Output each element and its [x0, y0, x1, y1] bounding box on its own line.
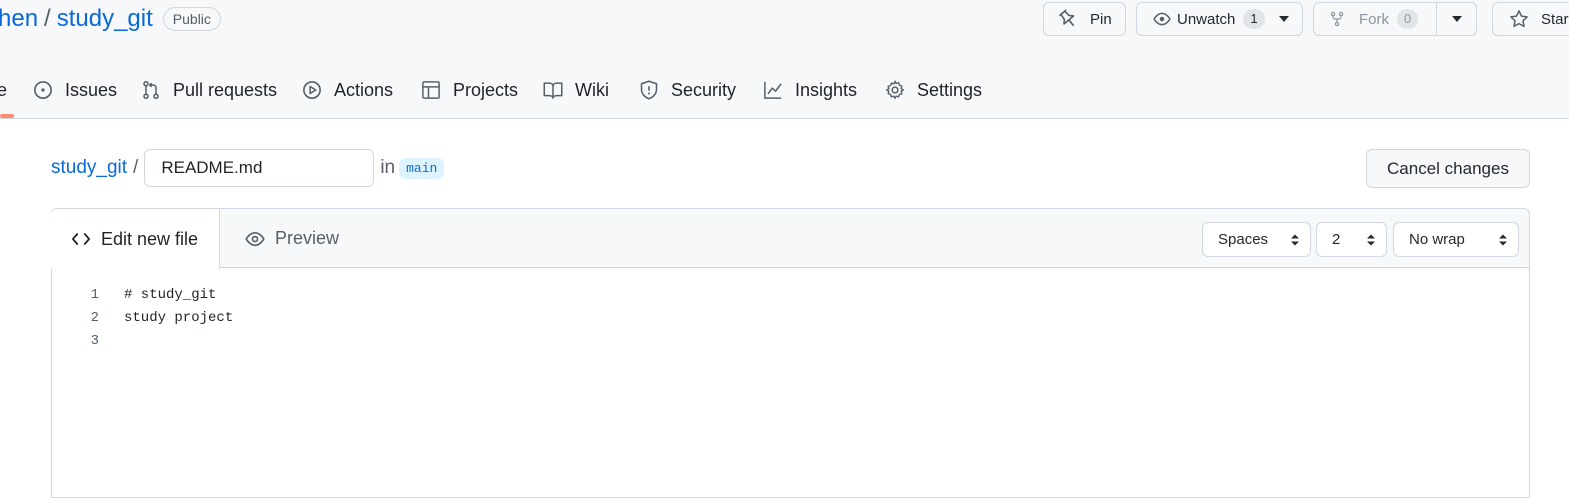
indent-mode-value: Spaces — [1218, 231, 1269, 248]
tab-settings[interactable]: Settings — [885, 72, 982, 108]
tab-wiki[interactable]: Wiki — [543, 72, 609, 108]
line-number: 1 — [90, 286, 99, 303]
tab-edit-file-label: Edit new file — [101, 228, 199, 249]
star-button[interactable]: Star — [1492, 2, 1569, 36]
repo-separator: / — [44, 5, 51, 32]
repo-title: hen / study_git Public — [0, 4, 221, 34]
pin-icon — [1058, 9, 1075, 27]
tab-wiki-label: Wiki — [575, 79, 609, 100]
breadcrumb-separator: / — [133, 157, 139, 178]
fork-button[interactable]: Fork 0 — [1313, 2, 1477, 36]
indent-mode-select[interactable]: Spaces — [1202, 222, 1311, 257]
tab-insights-label: Insights — [795, 79, 858, 100]
select-arrows-icon — [1291, 234, 1299, 246]
watch-count: 1 — [1243, 9, 1265, 29]
graph-icon — [764, 81, 782, 99]
visibility-badge: Public — [162, 7, 221, 31]
line-number: 2 — [90, 309, 99, 326]
tab-code-label: e — [0, 79, 8, 100]
play-icon — [303, 81, 321, 99]
book-icon — [543, 82, 563, 99]
code-line: 2 study project — [52, 306, 1529, 329]
tab-issues-label: Issues — [65, 79, 118, 100]
filename-input[interactable] — [144, 149, 375, 187]
tab-code[interactable]: e — [0, 72, 7, 108]
cancel-changes-button[interactable]: Cancel changes — [1366, 149, 1530, 188]
wrap-mode-select[interactable]: No wrap — [1393, 222, 1519, 257]
shield-icon — [640, 80, 658, 100]
gear-icon — [885, 80, 905, 100]
breadcrumb: study_git / in main — [51, 149, 445, 187]
repo-header: hen / study_git Public Pin Unwatch 1 For… — [0, 0, 1569, 119]
star-icon — [1510, 10, 1528, 28]
tab-security-label: Security — [671, 79, 737, 100]
code-icon — [72, 233, 90, 245]
chevron-down-icon[interactable] — [1452, 16, 1462, 22]
tab-settings-label: Settings — [917, 79, 983, 100]
tab-insights[interactable]: Insights — [763, 72, 857, 108]
tab-pull-requests-label: Pull requests — [173, 79, 278, 100]
select-arrows-icon — [1499, 234, 1507, 246]
code-area[interactable]: 1 # study_git 2 study project 3 — [52, 283, 1529, 352]
tab-issues[interactable]: Issues — [33, 72, 117, 108]
tab-actions-label: Actions — [334, 79, 394, 100]
star-label: Star — [1541, 10, 1569, 28]
eye-icon — [245, 231, 265, 246]
repo-owner-link[interactable]: hen — [0, 5, 38, 33]
line-content[interactable]: # study_git — [124, 287, 216, 303]
breadcrumb-in-label: in — [380, 157, 396, 178]
tab-preview-label: Preview — [275, 228, 340, 248]
repo-nav: e Issues Pull requests Actions Projects … — [0, 72, 1569, 108]
tab-preview[interactable]: Preview — [245, 209, 339, 268]
tab-projects-label: Projects — [453, 79, 519, 100]
select-arrows-icon — [1367, 234, 1375, 246]
file-editor: Edit new file Preview Spaces 2 No wrap 1… — [51, 208, 1530, 498]
tab-projects[interactable]: Projects — [421, 72, 518, 108]
unwatch-label: Unwatch — [1177, 10, 1236, 28]
wrap-mode-value: No wrap — [1409, 231, 1465, 248]
fork-count: 0 — [1397, 9, 1419, 29]
breadcrumb-repo-link[interactable]: study_git — [51, 157, 127, 179]
eye-icon — [1153, 12, 1171, 26]
pin-button[interactable]: Pin — [1043, 2, 1126, 36]
fork-label: Fork — [1359, 10, 1389, 28]
pull-request-icon — [143, 80, 159, 99]
chevron-down-icon — [1278, 16, 1289, 22]
line-number: 3 — [90, 332, 99, 349]
pin-label: Pin — [1090, 10, 1112, 28]
fork-divider — [1436, 3, 1437, 35]
tab-actions[interactable]: Actions — [302, 72, 393, 108]
line-content[interactable]: study project — [124, 310, 233, 326]
fork-icon — [1330, 11, 1344, 27]
tab-security[interactable]: Security — [639, 72, 736, 108]
tab-pull-requests[interactable]: Pull requests — [141, 72, 277, 108]
repo-name-link[interactable]: study_git — [57, 5, 153, 33]
editor-header: Edit new file Preview Spaces 2 No wrap — [51, 209, 1529, 269]
tab-edit-file[interactable]: Edit new file — [51, 209, 220, 269]
issue-icon — [34, 81, 52, 99]
branch-badge: main — [399, 157, 445, 179]
unwatch-button[interactable]: Unwatch 1 — [1136, 2, 1303, 36]
code-line: 1 # study_git — [52, 283, 1529, 306]
indent-size-select[interactable]: 2 — [1316, 222, 1387, 257]
table-icon — [422, 81, 440, 99]
active-tab-indicator — [0, 114, 14, 118]
indent-size-value: 2 — [1332, 231, 1341, 248]
code-line: 3 — [52, 329, 1529, 352]
